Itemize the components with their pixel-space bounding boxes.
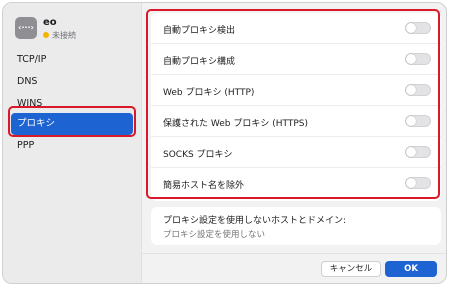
- sidebar: ‹···› eo 未接続 TCP/IP DNS WINS プロキシ PPP: [3, 3, 142, 283]
- network-interface-icon: ‹···›: [15, 17, 37, 39]
- interface-name: eo: [43, 17, 57, 28]
- interface-header: ‹···› eo 未接続: [15, 15, 135, 45]
- sidebar-item-ppp[interactable]: PPP: [11, 135, 131, 157]
- interface-status: 未接続: [43, 30, 76, 41]
- proxies-highlight-outline: [8, 106, 136, 137]
- ok-button[interactable]: OK: [385, 261, 437, 277]
- footer-divider: [142, 253, 446, 254]
- interface-status-text: 未接続: [52, 31, 76, 40]
- sidebar-item-tcpip[interactable]: TCP/IP: [11, 49, 131, 71]
- bypass-hosts-label: プロキシ設定を使用しないホストとドメイン:: [163, 216, 347, 226]
- sidebar-item-dns[interactable]: DNS: [11, 71, 131, 93]
- status-dot-icon: [43, 32, 49, 38]
- cancel-button[interactable]: キャンセル: [321, 261, 381, 277]
- bypass-hosts-section: プロキシ設定を使用しないホストとドメイン:: [151, 207, 441, 245]
- settings-highlight-outline: [146, 9, 440, 199]
- bypass-hosts-input[interactable]: [163, 229, 433, 241]
